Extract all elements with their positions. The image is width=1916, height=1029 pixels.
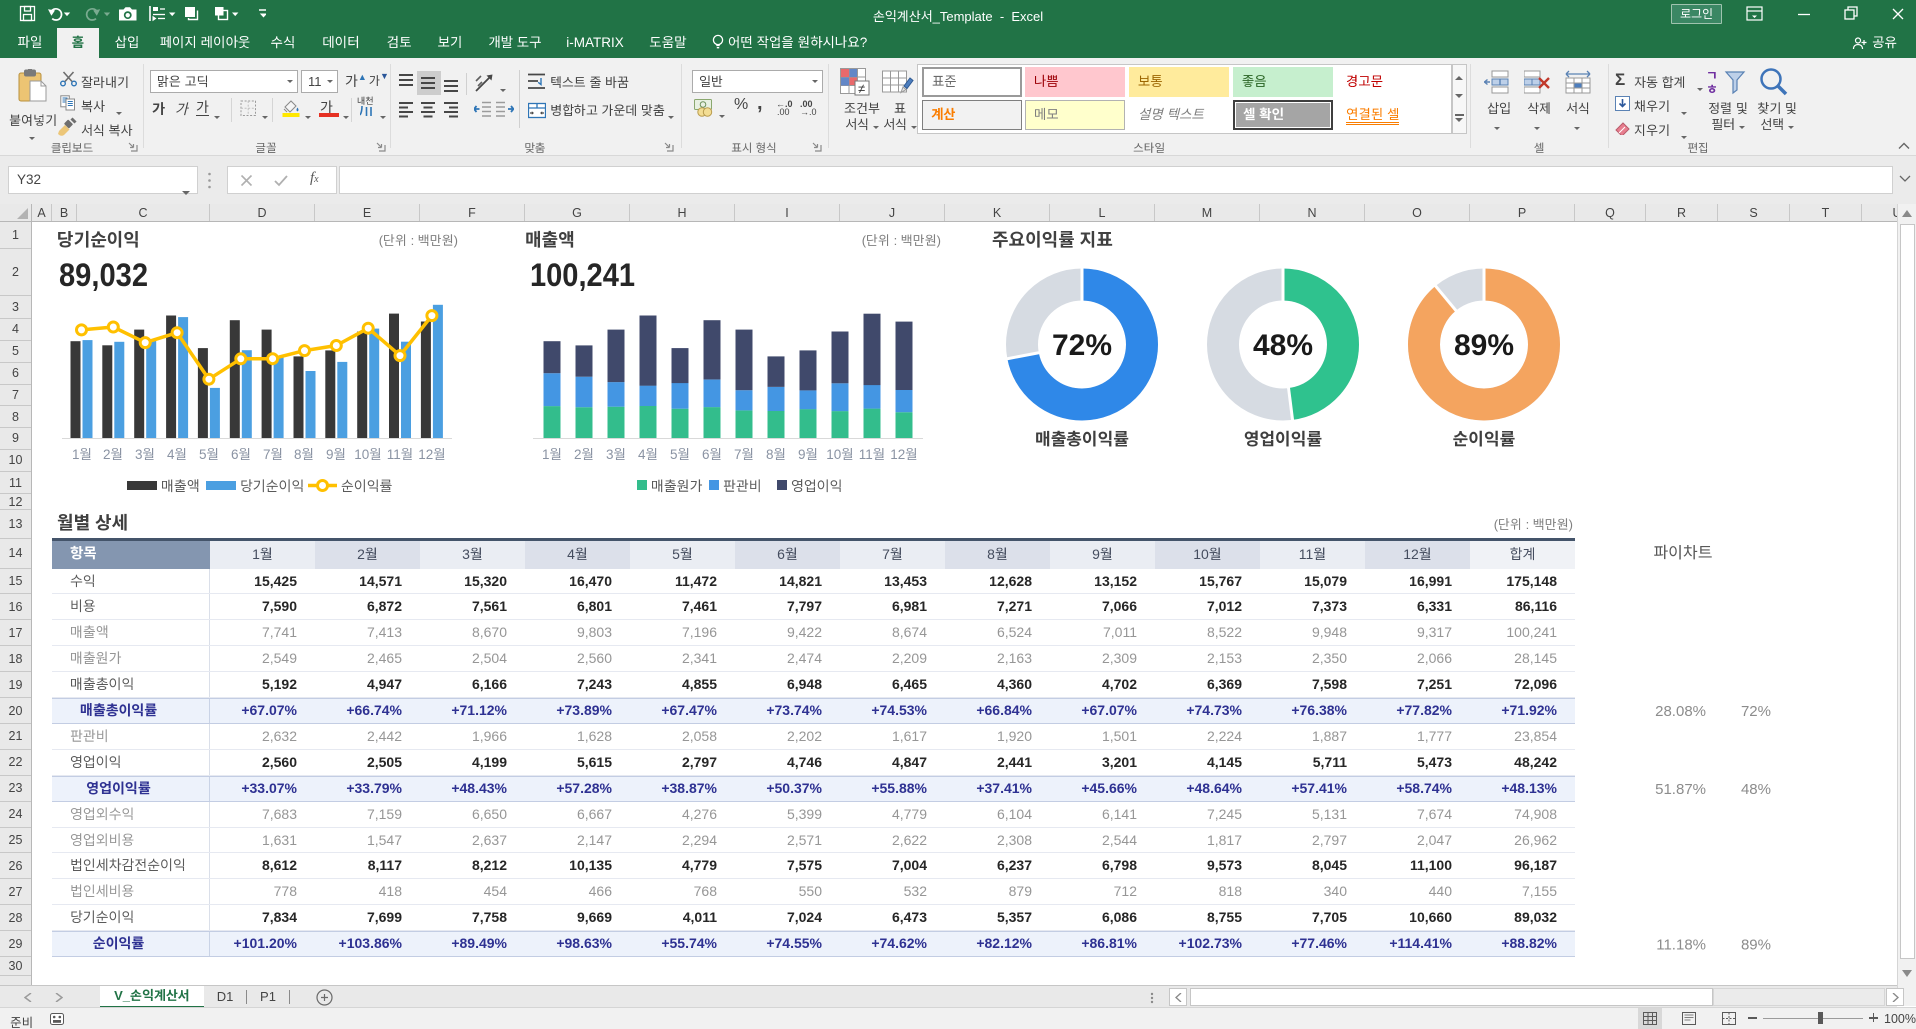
svg-text:72%: 72%: [1741, 703, 1771, 720]
svg-text:7월: 7월: [263, 447, 283, 462]
svg-text:당기순이익: 당기순이익: [240, 478, 304, 494]
svg-text:매출액: 매출액: [525, 230, 575, 250]
svg-text:72%: 72%: [1052, 329, 1112, 362]
svg-text:매출총이익률: 매출총이익률: [1035, 430, 1129, 449]
svg-text:주요이익률 지표: 주요이익률 지표: [992, 230, 1113, 250]
svg-text:6월: 6월: [231, 447, 251, 462]
svg-text:2월: 2월: [574, 447, 594, 462]
svg-text:8월: 8월: [294, 447, 314, 462]
svg-text:9월: 9월: [326, 447, 346, 462]
svg-text:11월: 11월: [859, 447, 885, 462]
svg-text:3월: 3월: [606, 447, 626, 462]
svg-text:100,241: 100,241: [530, 257, 635, 293]
svg-text:(단위 : 백만원): (단위 : 백만원): [379, 233, 458, 248]
svg-text:2월: 2월: [103, 447, 123, 462]
svg-text:(단위 : 백만원): (단위 : 백만원): [862, 233, 941, 248]
svg-text:6월: 6월: [702, 447, 722, 462]
svg-text:월별 상세: 월별 상세: [57, 513, 128, 533]
svg-text:순이익률: 순이익률: [341, 478, 393, 494]
svg-text:1월: 1월: [72, 447, 92, 462]
svg-text:판관비: 판관비: [723, 478, 762, 494]
svg-text:11.18%: 11.18%: [1656, 937, 1706, 954]
svg-text:5월: 5월: [670, 447, 690, 462]
svg-text:48%: 48%: [1741, 781, 1771, 798]
svg-text:매출액: 매출액: [161, 478, 200, 494]
svg-text:11월: 11월: [387, 447, 413, 462]
svg-text:순이익률: 순이익률: [1453, 430, 1516, 449]
svg-text:당기순이익: 당기순이익: [57, 230, 140, 250]
svg-text:(단위 : 백만원): (단위 : 백만원): [1494, 517, 1573, 532]
svg-text:9월: 9월: [798, 447, 818, 462]
svg-text:영업이익률: 영업이익률: [1244, 430, 1322, 449]
svg-text:51.87%: 51.87%: [1655, 781, 1706, 798]
svg-text:28.08%: 28.08%: [1655, 703, 1706, 720]
svg-text:89%: 89%: [1454, 329, 1514, 362]
svg-text:89,032: 89,032: [59, 257, 148, 293]
svg-text:12월: 12월: [890, 447, 917, 462]
svg-text:8월: 8월: [766, 447, 786, 462]
svg-text:89%: 89%: [1741, 937, 1771, 954]
svg-text:10월: 10월: [354, 447, 381, 462]
svg-text:3월: 3월: [135, 447, 155, 462]
svg-text:파이차트: 파이차트: [1654, 544, 1713, 562]
svg-text:7월: 7월: [734, 447, 754, 462]
svg-text:1월: 1월: [542, 447, 562, 462]
svg-text:5월: 5월: [199, 447, 219, 462]
svg-text:48%: 48%: [1253, 329, 1313, 362]
svg-text:영업이익: 영업이익: [791, 478, 843, 494]
svg-text:4월: 4월: [638, 447, 658, 462]
svg-text:4월: 4월: [167, 447, 187, 462]
svg-text:12월: 12월: [418, 447, 445, 462]
svg-text:10월: 10월: [826, 447, 853, 462]
svg-text:매출원가: 매출원가: [651, 478, 703, 494]
